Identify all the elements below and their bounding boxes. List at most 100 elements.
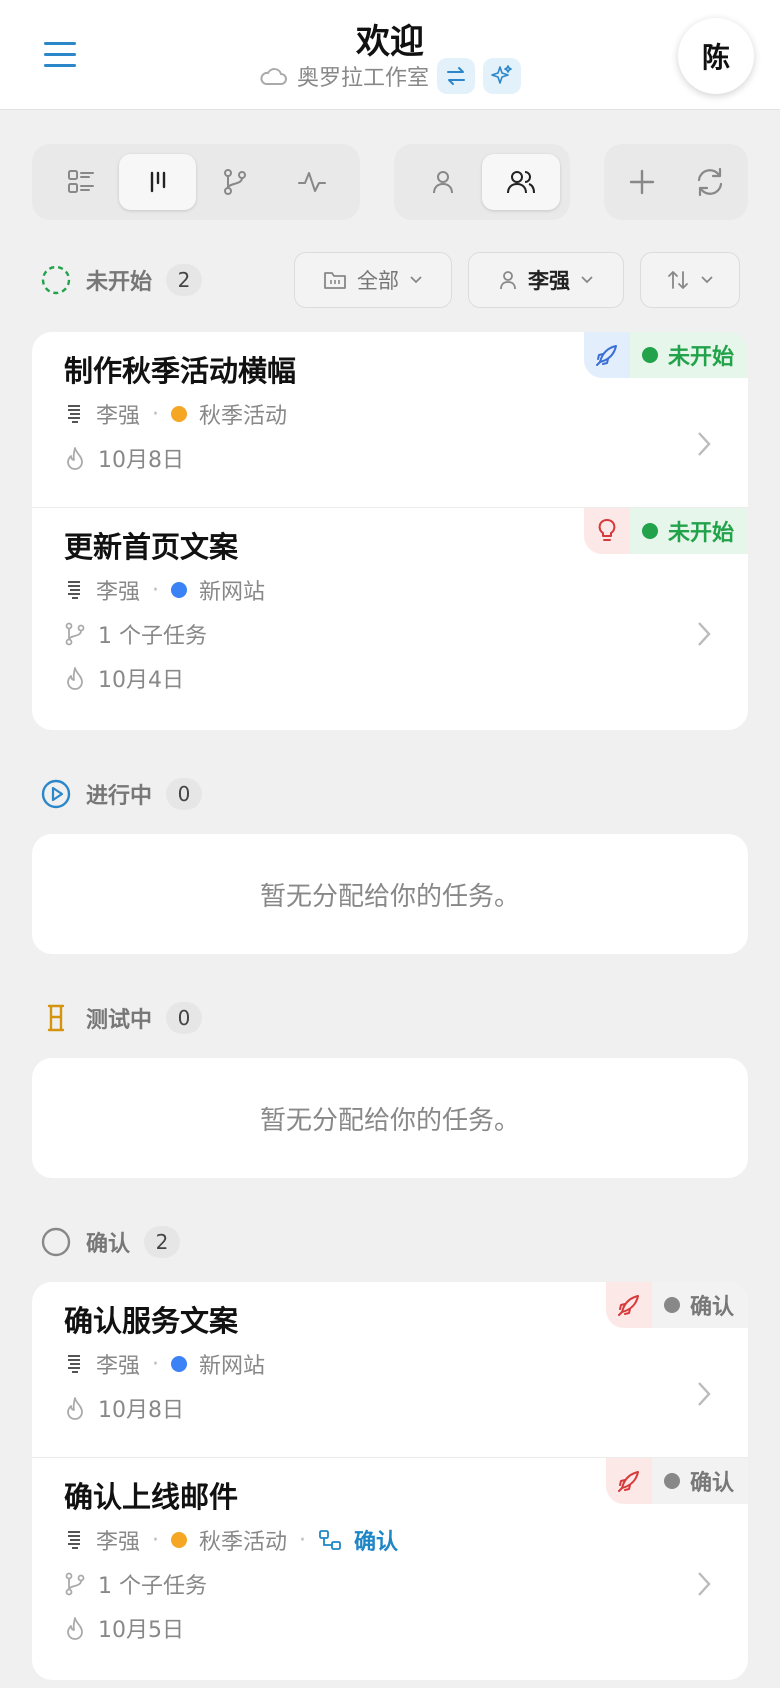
subtask-count: 1 个子任务: [98, 624, 207, 649]
task-title: 确认服务文案: [64, 1304, 239, 1338]
status-badge: 确认: [605, 1282, 748, 1328]
subtask-branch-icon: [65, 1572, 85, 1596]
workspace-selector[interactable]: 奥罗拉工作室: [259, 60, 429, 92]
section-header-in-progress[interactable]: 进行中 0: [40, 774, 203, 814]
status-badge: 未开始: [583, 332, 748, 378]
assignee-name: 李强: [96, 580, 141, 605]
project-color-dot: [171, 582, 188, 598]
section-header-confirm[interactable]: 确认 2: [40, 1222, 181, 1262]
assignee-name: 李强: [96, 1354, 141, 1379]
task-subtasks: 1 个子任务: [64, 1568, 207, 1600]
dependency-icon: [319, 1530, 341, 1550]
flame-icon: [67, 667, 83, 690]
assignee-avatar-icon: [68, 1355, 80, 1373]
task-due: 10月4日: [64, 662, 184, 694]
chevron-right-icon: [698, 1382, 711, 1406]
project-name: 新网站: [199, 580, 266, 605]
task-title: 更新首页文案: [64, 530, 239, 564]
refresh-button[interactable]: [676, 154, 744, 210]
section-label: 确认: [86, 1232, 131, 1257]
swap-icon: [447, 67, 465, 85]
task-title: 确认上线邮件: [64, 1480, 239, 1514]
sort-button[interactable]: [640, 252, 740, 308]
workspace-row: 奥罗拉工作室: [0, 58, 780, 94]
status-pill: 确认: [651, 1282, 748, 1328]
ai-sparkle-button[interactable]: [483, 58, 521, 94]
task-due: 10月8日: [64, 442, 184, 474]
task-card-not-started: 未开始 制作秋季活动横幅 李强 · 秋季活动 10月8日 未开始 更新首页文案 …: [32, 332, 748, 730]
app-header: 欢迎 奥罗拉工作室 陈: [0, 0, 780, 110]
assignee-filter[interactable]: 李强: [468, 252, 624, 308]
rocket-icon: [605, 1458, 652, 1504]
status-text: 未开始: [667, 345, 734, 370]
status-pill: 确认: [651, 1458, 748, 1504]
chevron-right-icon: [698, 622, 711, 646]
user-avatar[interactable]: 陈: [678, 18, 754, 94]
switch-workspace-button[interactable]: [437, 58, 475, 94]
people-switcher: [394, 144, 570, 220]
section-header-testing[interactable]: 测试中 0: [40, 998, 203, 1038]
branch-view-button[interactable]: [196, 154, 273, 210]
due-date: 10月8日: [98, 448, 184, 473]
project-color-dot: [171, 406, 188, 422]
user-icon: [500, 271, 516, 290]
list-view-icon: [67, 170, 94, 193]
task-card-confirm: 确认 确认服务文案 李强 · 新网站 10月8日 确认 确认上线邮件 李强 · …: [32, 1282, 748, 1680]
status-dot: [663, 1473, 680, 1489]
count-badge: 2: [144, 1226, 181, 1258]
status-pill: 未开始: [629, 508, 748, 554]
assignee-name: 李强: [96, 404, 141, 429]
status-dot: [641, 347, 658, 363]
my-tasks-button[interactable]: [404, 154, 482, 210]
separator-dot: ·: [152, 1527, 160, 1553]
project-color-dot: [171, 1532, 188, 1548]
cloud-icon: [260, 68, 287, 85]
project-filter[interactable]: 全部: [294, 252, 452, 308]
rocket-icon: [583, 332, 630, 378]
view-switcher: [32, 144, 360, 220]
list-view-button[interactable]: [42, 154, 119, 210]
count-badge: 2: [166, 264, 203, 296]
plus-icon: [629, 169, 655, 195]
assignee-filter-value: 李强: [528, 269, 570, 293]
task-meta: 李强 · 秋季活动: [64, 398, 287, 430]
task-due: 10月8日: [64, 1392, 184, 1424]
task-row[interactable]: 未开始 更新首页文案 李强 · 新网站 1 个子任务 10月4日: [32, 508, 748, 730]
count-badge: 0: [166, 1002, 203, 1034]
task-title: 制作秋季活动横幅: [64, 354, 297, 388]
task-meta: 李强 · 新网站: [64, 574, 265, 606]
section-header-not-started[interactable]: 未开始 2: [40, 260, 203, 300]
assignee-avatar-icon: [68, 405, 80, 423]
count-badge: 0: [166, 778, 203, 810]
actions-group: [604, 144, 748, 220]
section-label: 未开始: [86, 270, 153, 295]
chevron-right-icon: [698, 1572, 711, 1596]
page-title: 欢迎: [356, 22, 424, 62]
project-name: 秋季活动: [199, 404, 288, 429]
board-view-button[interactable]: [119, 154, 196, 210]
separator-dot: ·: [299, 1527, 307, 1553]
task-row[interactable]: 确认 确认上线邮件 李强 · 秋季活动 · 确认 1 个子任务 10月5日: [32, 1458, 748, 1680]
team-tasks-button[interactable]: [482, 154, 560, 210]
task-row[interactable]: 确认 确认服务文案 李强 · 新网站 10月8日: [32, 1282, 748, 1458]
sparkle-icon: [491, 65, 512, 84]
status-pill: 未开始: [629, 332, 748, 378]
multi-user-icon: [507, 171, 535, 194]
due-date: 10月4日: [98, 668, 184, 693]
status-text: 未开始: [667, 521, 734, 546]
assignee-avatar-icon: [68, 581, 80, 599]
task-row[interactable]: 未开始 制作秋季活动横幅 李强 · 秋季活动 10月8日: [32, 332, 748, 508]
activity-view-icon: [297, 172, 326, 192]
activity-view-button[interactable]: [273, 154, 350, 210]
dependency-label[interactable]: 确认: [354, 1524, 398, 1556]
empty-state: 暂无分配给你的任务。: [32, 834, 748, 954]
task-subtasks: 1 个子任务: [64, 618, 207, 650]
board-view-icon: [150, 171, 165, 193]
section-label: 进行中: [86, 784, 153, 809]
add-task-button[interactable]: [608, 154, 676, 210]
project-filter-value: 全部: [357, 269, 399, 293]
separator-dot: ·: [152, 1351, 160, 1377]
separator-dot: ·: [152, 401, 160, 427]
chevron-right-icon: [698, 432, 711, 456]
assignee-name: 李强: [96, 1530, 141, 1555]
